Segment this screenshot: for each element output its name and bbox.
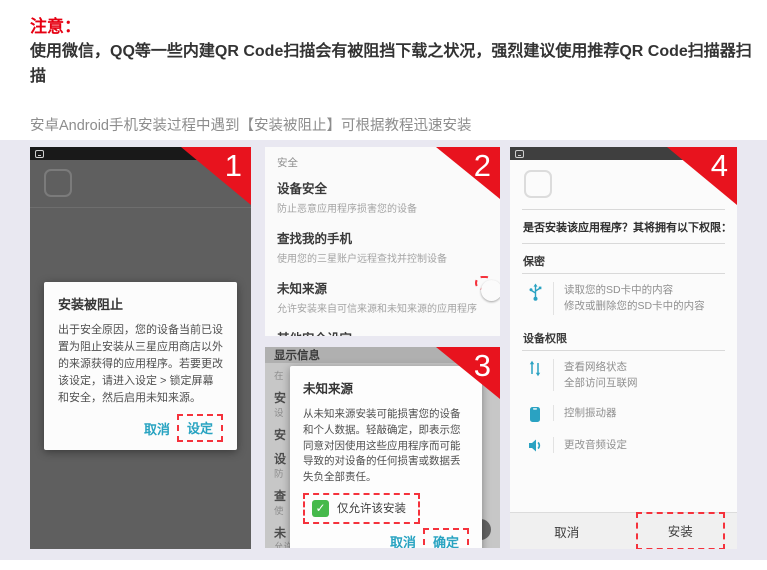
section-header-device: 设备权限 [510,321,737,350]
speaker-icon [523,437,547,453]
permission-line: 更改音频设定 [564,437,627,453]
settings-button[interactable]: 设定 [187,418,213,437]
network-arrows-icon [523,359,547,377]
section-header-privacy: 保密 [510,244,737,273]
notice-title: 注意： [30,12,81,37]
permission-row: 更改音频设定 [510,429,737,459]
setting-row-other-security[interactable]: 其他安全设定 更改安全更新和证书存储等其他安全设定 [265,322,500,336]
divider [30,207,251,208]
checkbox-label: 仅允许该安装 [337,500,406,516]
highlight-box: 设定 [177,414,223,442]
install-question: 是否安装该应用程序？其将拥有以下权限： [510,210,737,243]
dimmed-text-fragment: 使 [274,503,284,517]
permission-line: 全部访问互联网 [564,375,638,391]
dimmed-text-fragment: 在 [274,368,284,382]
cancel-button[interactable]: 取消 [144,419,170,438]
permission-line: 读取您的SD卡中的内容 [564,282,705,298]
dimmed-text-fragment: 设 [274,405,284,419]
permission-row: 控制振动器 [510,397,737,429]
permission-line: 控制振动器 [564,405,617,421]
setting-row-unknown-sources[interactable]: 未知来源 允许安装来自可信来源和未知来源的应用程序 [265,272,500,322]
notice-body: 使用微信，QQ等一些内建QR Code扫描会有被阻挡下载之状况，强烈建议使用推荐… [30,40,752,90]
dimmed-text-fragment: 安 [274,389,286,406]
permission-row: 读取您的SD卡中的内容 修改或删除您的SD卡中的内容 [510,274,737,321]
highlight-box: 确定 [423,528,469,548]
instruction-text: 安卓Android手机安装过程中遇到【安装被阻止】可根据教程迅速安装 [30,114,471,135]
permission-row: 查看网络状态 全部访问互联网 [510,351,737,398]
dialog-title: 未知来源 [303,378,469,397]
permission-line: 查看网络状态 [564,359,638,375]
tutorial-page: 注意： 使用微信，QQ等一些内建QR Code扫描会有被阻挡下载之状况，强烈建议… [0,0,767,570]
checkbox-checked-icon[interactable]: ✓ [312,500,329,517]
permission-line: 修改或删除您的SD卡中的内容 [564,298,705,314]
dialog-title: 安装被阻止 [58,294,223,313]
app-icon-placeholder [524,170,552,198]
highlight-box [475,276,493,290]
dialog-body: 出于安全原因，您的设备当前已设置为阻止安装从三星应用商店以外的来源获得的应用程序… [58,322,223,407]
install-blocked-dialog: 安装被阻止 出于安全原因，您的设备当前已设置为阻止安装从三星应用商店以外的来源获… [44,282,237,450]
dimmed-text-fragment: 查 [274,487,286,504]
phone-screen-2-security-settings: 安全 设备安全 防止恶意应用程序损害您的设备 查找我的手机 使用您的三星账户远程… [265,147,500,336]
unknown-sources-dialog: 未知来源 从未知来源安装可能损害您的设备和个人数据。轻敲确定，即表示您同意对因使… [290,366,482,548]
install-footer: 取消 安装 [510,512,737,549]
highlight-box: 安装 [636,512,725,549]
cancel-button[interactable]: 取消 [554,522,579,541]
screenshot-icon [35,150,44,158]
install-button[interactable]: 安装 [668,521,693,540]
usb-icon [523,282,547,302]
dimmed-text-fragment: 安 [274,426,286,443]
app-icon-placeholder [44,169,72,197]
step-badge: 1 [181,147,251,205]
dialog-body: 从未知来源安装可能损害您的设备和个人数据。轻敲确定，即表示您同意对因使用这些应用… [303,407,469,486]
dimmed-text-fragment: 设 [274,450,286,467]
screenshot-icon [515,150,524,158]
confirm-button[interactable]: 确定 [433,532,459,548]
cancel-button[interactable]: 取消 [390,532,416,548]
setting-row-device-security[interactable]: 设备安全 防止恶意应用程序损害您的设备 [265,172,500,222]
phone-screen-4-install-confirm: 1 4G 7: 是否安装该应用程序？其将拥有以下权限： 保密 [510,147,737,549]
screenshots-strip: 1 4G 7: 安装被阻止 出于安全原因，您的设备当前已设置为阻止安装从三星应用… [0,140,767,560]
phone-screen-3-unknown-sources-dialog: 显示信息 在 安 设 安 设 防 查 使 未 允许安装来自可信来源和未知来源的应… [265,347,500,548]
dimmed-text-fragment: 防 [274,466,284,480]
phone-screen-1: 1 4G 7: 安装被阻止 出于安全原因，您的设备当前已设置为阻止安装从三星应用… [30,147,251,549]
setting-row-find-my-phone[interactable]: 查找我的手机 使用您的三星账户远程查找并控制设备 [265,222,500,272]
vibration-icon [523,405,547,423]
highlight-box: ✓ 仅允许该安装 [303,493,420,524]
